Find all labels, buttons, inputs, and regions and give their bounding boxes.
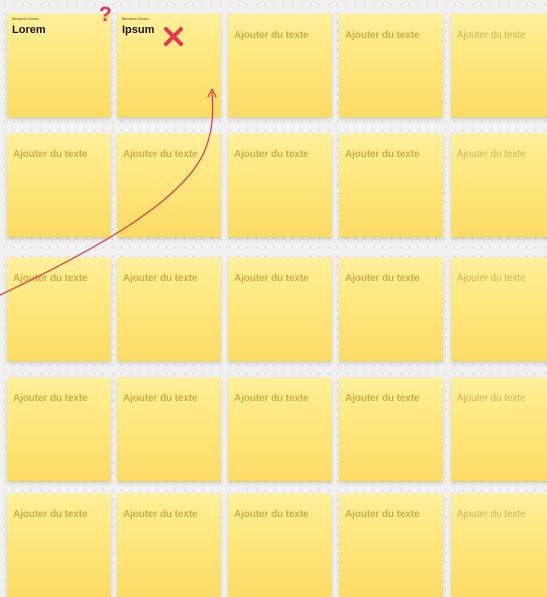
sticky-note[interactable]: Ajouter du texte bbox=[451, 133, 547, 237]
sticky-note[interactable]: Ajouter du texte bbox=[228, 13, 332, 117]
note-placeholder: Ajouter du texte bbox=[345, 273, 420, 284]
note-placeholder: Ajouter du texte bbox=[13, 509, 88, 520]
note-text: Lorem bbox=[12, 24, 46, 36]
note-placeholder: Ajouter du texte bbox=[345, 30, 420, 41]
sticky-note[interactable]: Ajouter du texte bbox=[339, 13, 443, 117]
note-placeholder: Ajouter du texte bbox=[345, 149, 420, 160]
sticky-note[interactable]: Ajouter du texte bbox=[117, 133, 221, 237]
note-placeholder: Ajouter du texte bbox=[234, 393, 309, 404]
sticky-note[interactable]: Ajouter du texte bbox=[7, 377, 111, 481]
note-placeholder: Ajouter du texte bbox=[345, 509, 420, 520]
note-placeholder: Ajouter du texte bbox=[13, 393, 88, 404]
note-placeholder: Ajouter du texte bbox=[13, 273, 88, 284]
whiteboard-canvas[interactable]: Bernardo Gomes Lorem Bernardo Gomes Ipsu… bbox=[0, 0, 547, 597]
sticky-note[interactable]: Ajouter du texte bbox=[451, 377, 547, 481]
sticky-note[interactable]: Ajouter du texte bbox=[7, 493, 111, 597]
note-placeholder: Ajouter du texte bbox=[234, 509, 309, 520]
note-placeholder: Ajouter du texte bbox=[123, 393, 198, 404]
sticky-note[interactable]: Ajouter du texte bbox=[451, 13, 547, 117]
note-placeholder: Ajouter du texte bbox=[457, 509, 526, 520]
note-placeholder: Ajouter du texte bbox=[234, 149, 309, 160]
note-placeholder: Ajouter du texte bbox=[123, 273, 198, 284]
sticky-note[interactable]: Ajouter du texte bbox=[451, 257, 547, 361]
sticky-note[interactable]: Ajouter du texte bbox=[339, 133, 443, 237]
note-placeholder: Ajouter du texte bbox=[234, 273, 309, 284]
sticky-note[interactable]: Ajouter du texte bbox=[117, 377, 221, 481]
sticky-note[interactable]: Ajouter du texte bbox=[228, 493, 332, 597]
sticky-note[interactable]: Ajouter du texte bbox=[228, 133, 332, 237]
note-placeholder: Ajouter du texte bbox=[345, 393, 420, 404]
sticky-note[interactable]: Ajouter du texte bbox=[228, 377, 332, 481]
sticky-note[interactable]: Ajouter du texte bbox=[117, 257, 221, 361]
sticky-note[interactable]: Ajouter du texte bbox=[228, 257, 332, 361]
note-placeholder: Ajouter du texte bbox=[457, 273, 526, 284]
note-placeholder: Ajouter du texte bbox=[457, 149, 526, 160]
note-placeholder: Ajouter du texte bbox=[457, 30, 526, 41]
sticky-note[interactable]: Ajouter du texte bbox=[7, 133, 111, 237]
note-author: Bernardo Gomes bbox=[12, 17, 39, 21]
note-author: Bernardo Gomes bbox=[122, 17, 149, 21]
sticky-note[interactable]: Ajouter du texte bbox=[339, 257, 443, 361]
note-placeholder: Ajouter du texte bbox=[13, 149, 88, 160]
sticky-note[interactable]: Ajouter du texte bbox=[339, 493, 443, 597]
sticky-note[interactable]: Ajouter du texte bbox=[339, 377, 443, 481]
note-placeholder: Ajouter du texte bbox=[123, 149, 198, 160]
sticky-note[interactable]: Ajouter du texte bbox=[117, 493, 221, 597]
sticky-note[interactable]: Ajouter du texte bbox=[7, 257, 111, 361]
note-text: Ipsum bbox=[122, 24, 155, 36]
note-placeholder: Ajouter du texte bbox=[234, 30, 309, 41]
note-placeholder: Ajouter du texte bbox=[123, 509, 198, 520]
sticky-note-ipsum[interactable]: Bernardo Gomes Ipsum bbox=[117, 13, 221, 117]
sticky-note[interactable]: Ajouter du texte bbox=[451, 493, 547, 597]
sticky-note-lorem[interactable]: Bernardo Gomes Lorem bbox=[7, 13, 111, 117]
note-placeholder: Ajouter du texte bbox=[457, 393, 526, 404]
